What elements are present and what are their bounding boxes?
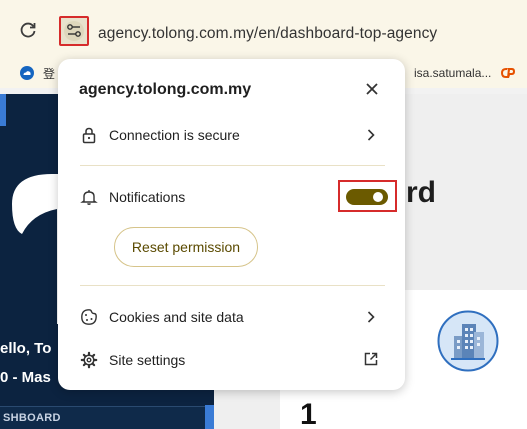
open-in-new-icon [364,352,378,366]
nav-section-label: SHBOARD [3,412,61,424]
toggle-highlight-box [338,180,397,212]
lock-icon [82,127,96,144]
notifications-label: Notifications [109,189,186,205]
address-bar-url[interactable]: agency.tolong.com.my/en/dashboard-top-ag… [98,25,437,43]
gear-icon [80,351,98,369]
sidebar-scrollbar[interactable] [205,405,214,429]
divider [80,285,385,286]
connection-security-row[interactable]: Connection is secure [58,115,405,155]
chevron-right-icon [367,129,375,141]
cp-bookmark-icon[interactable] [500,66,516,80]
toggle-knob [373,192,383,202]
site-settings-row[interactable]: Site settings [58,340,405,380]
user-role: 0 - Mas [0,369,51,386]
nav-section-dashboard[interactable]: SHBOARD [0,406,214,429]
connection-label: Connection is secure [109,127,240,143]
page-title: rd [406,176,436,209]
tune-icon [67,24,81,37]
bookmark-label[interactable]: isa.satumala... [414,66,491,80]
building-icon [437,310,499,372]
cloud-bookmark-icon[interactable] [20,66,34,80]
cookies-label: Cookies and site data [109,309,244,325]
notifications-toggle[interactable] [346,189,388,205]
bell-icon [80,190,98,205]
site-info-button[interactable] [59,16,89,46]
popup-domain: agency.tolong.com.my [79,81,252,98]
sidebar-accent [0,94,6,126]
user-greeting: ello, To [0,340,52,357]
stat-value: 1 [300,398,317,429]
close-icon[interactable] [363,80,381,98]
reload-icon[interactable] [18,20,38,40]
cookie-icon [81,309,97,325]
site-settings-label: Site settings [109,352,186,368]
reset-permission-button[interactable]: Reset permission [114,227,258,267]
browser-toolbar: agency.tolong.com.my/en/dashboard-top-ag… [0,0,527,58]
bookmark-label[interactable]: 登 [43,65,55,82]
chevron-right-icon [367,311,375,323]
site-info-popup: agency.tolong.com.my Connection is secur… [58,59,405,390]
divider [80,165,385,166]
cookies-row[interactable]: Cookies and site data [58,297,405,337]
